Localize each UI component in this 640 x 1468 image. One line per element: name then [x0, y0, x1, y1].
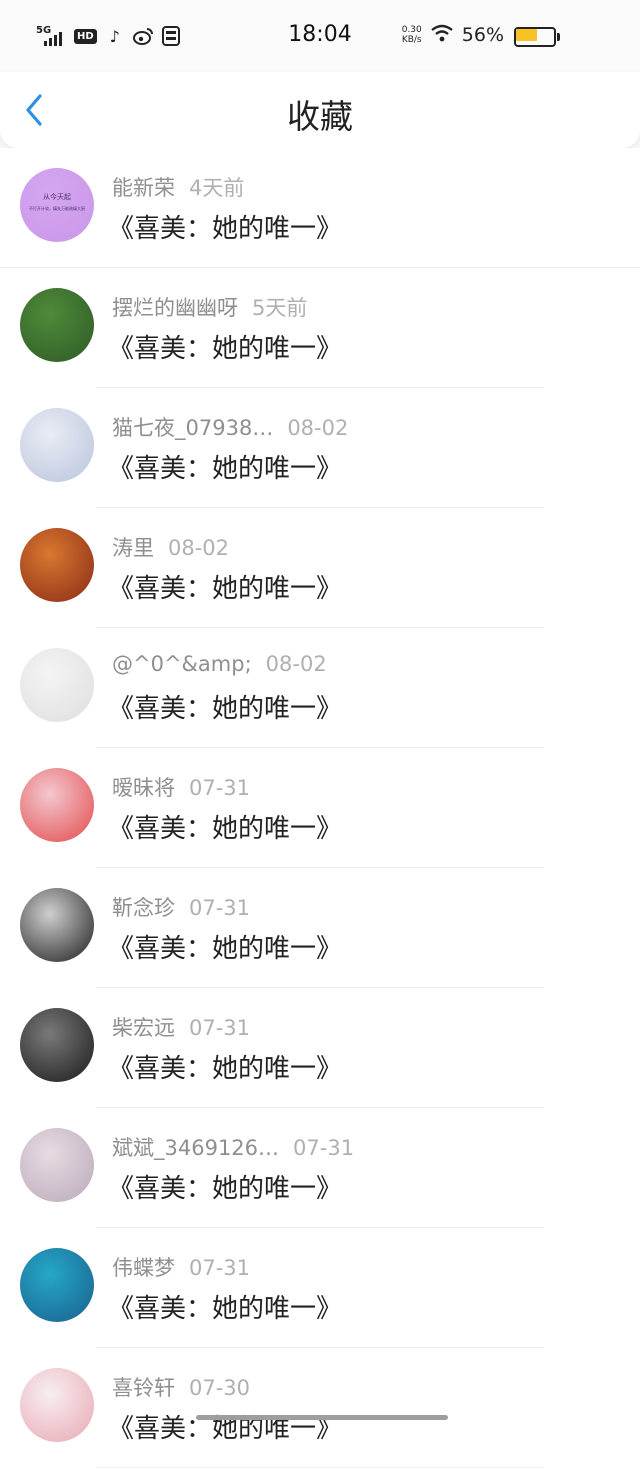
list-item[interactable]: 暧昧将 07-31 《喜美：她的唯一》 — [0, 748, 640, 868]
username[interactable]: 斌斌_3469126… — [112, 1136, 279, 1160]
timestamp: 07-31 — [293, 1136, 355, 1160]
avatar[interactable] — [20, 1128, 94, 1202]
timestamp: 07-31 — [189, 776, 251, 800]
username[interactable]: 暧昧将 — [112, 776, 175, 800]
avatar[interactable] — [20, 288, 94, 362]
nav-bar: 收藏 — [0, 72, 640, 148]
back-button[interactable] — [18, 88, 54, 132]
book-title[interactable]: 《喜美：她的唯一》 — [108, 568, 342, 605]
list-item[interactable]: 摆烂的幽幽呀 5天前《喜美：她的唯一》 — [0, 268, 640, 388]
status-bar: 5G HD ♪ 18:04 0.30 KB/s 56% — [0, 0, 640, 72]
book-title[interactable]: 《喜美：她的唯一》 — [108, 1288, 342, 1325]
favorites-list: 从今天起 不打开计较，痛失万能疏痛大厨 能新荣 4天前 《喜美：她的唯一》 摆烂的幽幽呀 5… — [0, 148, 640, 1468]
list-item[interactable]: 柴宏远 07-31 《喜美：她的唯一》 — [0, 988, 640, 1108]
book-title[interactable]: 《喜美：她的唯一》 — [108, 1408, 342, 1445]
username[interactable]: 摆烂的幽幽呀 — [112, 296, 238, 320]
book-title[interactable]: 《喜美：她的唯一》 — [108, 928, 342, 965]
list-item[interactable]: 涛里 08-02 《喜美：她的唯一》 — [0, 508, 640, 628]
item-meta: 涛里 08-02 — [112, 532, 229, 562]
item-meta: 斌斌_3469126… 07-31 — [112, 1132, 354, 1162]
avatar-subtext: 不打开计较，痛失万能疏痛大厨 — [29, 206, 85, 211]
timestamp: 08-02 — [168, 536, 230, 560]
list-item[interactable]: 从今天起 不打开计较，痛失万能疏痛大厨 能新荣 4天前 《喜美：她的唯一》 — [0, 148, 640, 268]
battery-percent: 56% — [461, 24, 504, 46]
network-speed: 0.30 KB/s — [402, 25, 422, 45]
timestamp: 08-02 — [265, 652, 327, 676]
item-meta: 能新荣 4天前 — [112, 172, 244, 202]
chevron-left-icon — [26, 94, 42, 126]
username[interactable]: 喜铃轩 — [112, 1376, 175, 1400]
item-meta: 喜铃轩 07-30 — [112, 1372, 250, 1402]
timestamp: 5天前 — [252, 296, 308, 320]
item-meta: 暧昧将 07-31 — [112, 772, 250, 802]
username[interactable]: 涛里 — [112, 536, 154, 560]
avatar[interactable] — [20, 528, 94, 602]
page-title: 收藏 — [287, 97, 353, 136]
item-meta: 摆烂的幽幽呀 5天前 — [112, 292, 307, 322]
timestamp: 07-31 — [189, 896, 251, 920]
timestamp: 07-30 — [189, 1376, 251, 1400]
list-item[interactable]: 伟蝶梦 07-31 《喜美：她的唯一》 — [0, 1228, 640, 1348]
item-meta: 靳念珍 07-31 — [112, 892, 250, 922]
item-meta: 猫七夜_07938… 08-02 — [112, 412, 348, 442]
timestamp: 4天前 — [189, 176, 245, 200]
book-title[interactable]: 《喜美：她的唯一》 — [108, 208, 342, 245]
avatar[interactable] — [20, 768, 94, 842]
network-speed-unit: KB/s — [401, 35, 422, 45]
username[interactable]: 猫七夜_07938… — [112, 416, 273, 440]
avatar[interactable] — [20, 1368, 94, 1442]
book-title[interactable]: 《喜美：她的唯一》 — [108, 1048, 342, 1085]
item-meta: 柴宏远 07-31 — [112, 1012, 250, 1042]
avatar[interactable] — [20, 408, 94, 482]
avatar[interactable] — [20, 1008, 94, 1082]
avatar[interactable] — [20, 888, 94, 962]
item-meta: 伟蝶梦 07-31 — [112, 1252, 250, 1282]
home-indicator[interactable] — [196, 1415, 448, 1420]
list-item[interactable]: 斌斌_3469126… 07-31 《喜美：她的唯一》 — [0, 1108, 640, 1228]
username[interactable]: 能新荣 — [112, 176, 175, 200]
timestamp: 07-31 — [189, 1256, 251, 1280]
timestamp: 07-31 — [189, 1016, 251, 1040]
avatar[interactable] — [20, 1248, 94, 1322]
battery-level — [516, 29, 537, 41]
book-title[interactable]: 《喜美：她的唯一》 — [108, 448, 342, 485]
book-title[interactable]: 《喜美：她的唯一》 — [108, 688, 342, 725]
timestamp: 08-02 — [287, 416, 349, 440]
wifi-icon — [430, 24, 454, 46]
list-item[interactable]: 靳念珍 07-31 《喜美：她的唯一》 — [0, 868, 640, 988]
avatar-text: 从今天起 — [43, 193, 71, 201]
avatar[interactable]: 从今天起不打开计较，痛失万能疏痛大厨 — [20, 168, 94, 242]
list-item[interactable]: 猫七夜_07938… 08-02 《喜美：她的唯一》 — [0, 388, 640, 508]
book-title[interactable]: 《喜美：她的唯一》 — [108, 328, 342, 365]
username[interactable]: 柴宏远 — [112, 1016, 175, 1040]
username[interactable]: 靳念珍 — [112, 896, 175, 920]
list-item[interactable]: @^0^&amp; 08-02 《喜美：她的唯一》 — [0, 628, 640, 748]
book-title[interactable]: 《喜美：她的唯一》 — [108, 1168, 342, 1205]
item-meta: @^0^&amp; 08-02 — [112, 652, 327, 676]
status-right: 0.30 KB/s 56% — [402, 24, 504, 46]
username[interactable]: @^0^&amp; — [112, 652, 252, 676]
network-speed-value: 0.30 — [401, 25, 422, 35]
list-item[interactable]: 喜铃轩 07-30 《喜美：她的唯一》 — [0, 1348, 640, 1468]
avatar[interactable] — [20, 648, 94, 722]
book-title[interactable]: 《喜美：她的唯一》 — [108, 808, 342, 845]
username[interactable]: 伟蝶梦 — [112, 1256, 175, 1280]
battery-icon — [514, 27, 560, 47]
